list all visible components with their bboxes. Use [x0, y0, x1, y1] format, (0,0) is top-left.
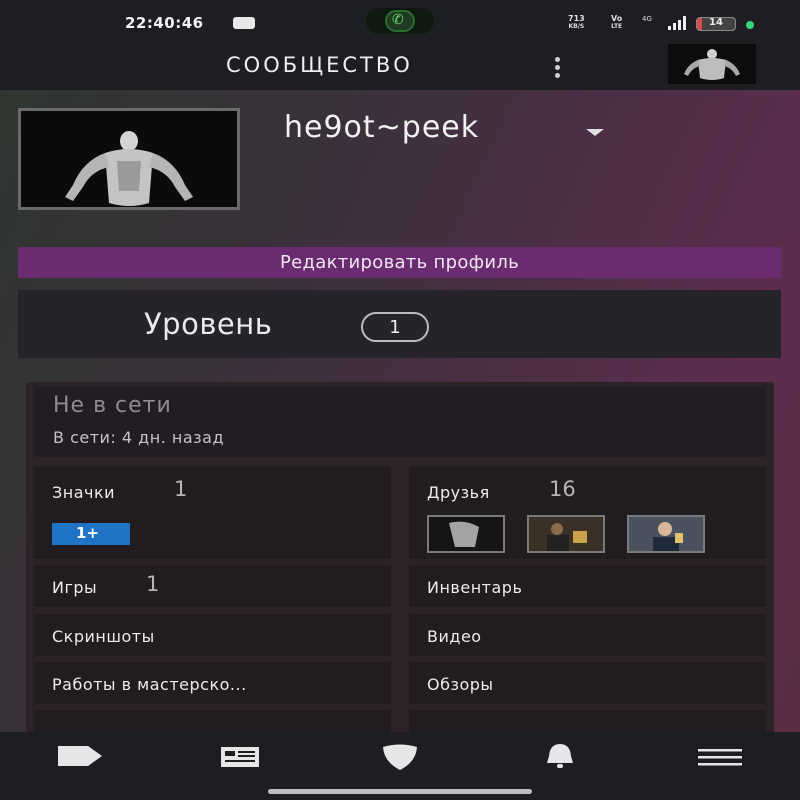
nav-notifications[interactable]	[480, 732, 640, 788]
tile-badges[interactable]: Значки 1 1+	[34, 467, 391, 559]
battery-icon: 14	[696, 17, 736, 31]
tile-partial-right[interactable]	[409, 710, 766, 732]
tile-inventory[interactable]: Инвентарь	[409, 565, 766, 607]
tile-label: Видео	[427, 627, 482, 646]
volte-top: Vo	[611, 14, 623, 23]
tile-count: 16	[549, 477, 576, 501]
tile-screenshots[interactable]: Скриншоты	[34, 614, 391, 656]
friend-avatar[interactable]	[527, 515, 605, 553]
level-badge[interactable]: 1	[361, 312, 429, 342]
badge-text: 1+	[76, 524, 100, 542]
nav-guard[interactable]	[320, 732, 480, 788]
bodybuilder-image	[21, 111, 237, 207]
edit-profile-button[interactable]: Редактировать профиль	[18, 247, 781, 278]
network-speed-unit: KB/S	[568, 23, 585, 30]
friend-avatar[interactable]	[427, 515, 505, 553]
friend-avatar-image	[429, 517, 503, 551]
badge-icon[interactable]: 1+	[52, 523, 130, 545]
friend-avatar-image	[529, 517, 603, 551]
friend-avatar[interactable]	[627, 515, 705, 553]
network-speed-value: 713	[568, 14, 585, 23]
tile-videos[interactable]: Видео	[409, 614, 766, 656]
shield-icon	[383, 744, 417, 770]
app-bar: СООБЩЕСТВО	[0, 44, 800, 90]
status-bar: 22:40:46 ✆ 713 KB/S Vo LTE 4G 14	[0, 0, 800, 46]
notification-icon	[233, 17, 255, 29]
status-subtitle: В сети: 4 дн. назад	[53, 428, 224, 447]
volte-bottom: LTE	[611, 23, 623, 30]
network-type: 4G	[642, 15, 652, 23]
tile-friends[interactable]: Друзья 16	[409, 467, 766, 559]
tile-label: Скриншоты	[52, 627, 155, 646]
tile-workshop[interactable]: Работы в мастерско...	[34, 662, 391, 704]
nav-store[interactable]	[0, 732, 160, 788]
profile-avatar[interactable]	[18, 108, 240, 210]
tile-count: 1	[146, 572, 160, 596]
tile-label: Друзья	[427, 483, 490, 502]
online-status: Не в сети В сети: 4 дн. назад	[34, 387, 766, 457]
status-title: Не в сети	[53, 393, 172, 418]
privacy-dot-icon	[746, 21, 754, 29]
level-label: Уровень	[144, 307, 273, 341]
tile-partial-left[interactable]	[34, 710, 391, 732]
phone-icon: ✆	[392, 12, 404, 28]
tile-games[interactable]: Игры 1	[34, 565, 391, 607]
friend-avatar-image	[629, 517, 703, 551]
news-icon	[221, 747, 259, 767]
battery-level: 14	[709, 17, 723, 28]
tile-label: Значки	[52, 483, 116, 502]
store-tag-icon	[58, 746, 102, 766]
hamburger-menu-icon	[698, 749, 742, 766]
chevron-down-icon[interactable]	[586, 129, 604, 136]
network-speed: 713 KB/S	[568, 15, 585, 31]
user-avatar-small[interactable]	[668, 44, 756, 84]
volte-indicator: Vo LTE	[611, 15, 622, 31]
more-vertical-icon[interactable]	[550, 55, 564, 79]
page-title: СООБЩЕСТВО	[226, 53, 413, 77]
tile-reviews[interactable]: Обзоры	[409, 662, 766, 704]
bodybuilder-image	[668, 44, 756, 84]
ongoing-call-indicator[interactable]: ✆	[366, 8, 434, 34]
tile-label: Игры	[52, 578, 98, 597]
bell-icon	[547, 744, 573, 768]
tile-label: Инвентарь	[427, 578, 523, 597]
nav-menu[interactable]	[640, 732, 800, 788]
home-indicator[interactable]	[268, 789, 532, 794]
tile-count: 1	[174, 477, 188, 501]
level-box: Уровень 1	[18, 290, 781, 358]
nav-news[interactable]	[160, 732, 320, 788]
profile-username[interactable]: he9ot~peek	[284, 110, 479, 145]
signal-icon	[668, 16, 686, 30]
tile-label: Работы в мастерско...	[52, 675, 247, 694]
status-time: 22:40:46	[125, 14, 204, 32]
tile-label: Обзоры	[427, 675, 494, 694]
